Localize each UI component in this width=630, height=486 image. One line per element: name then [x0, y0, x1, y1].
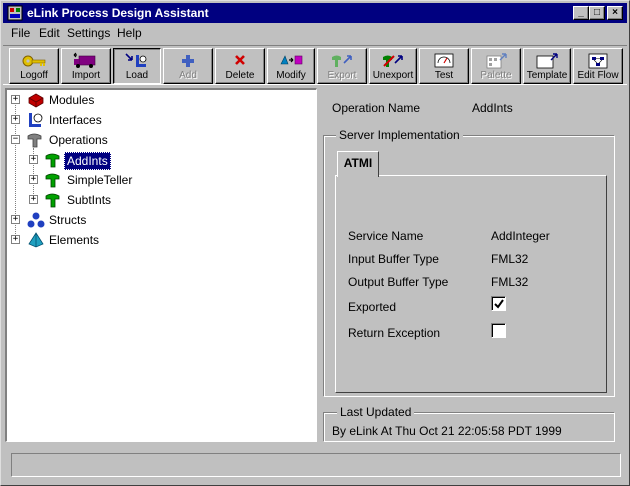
elements-icon [28, 232, 44, 248]
status-bar [11, 453, 621, 477]
template-label: Template [526, 70, 568, 81]
modify-button[interactable]: Modify [267, 48, 315, 84]
close-button[interactable]: × [607, 6, 623, 20]
maximize-icon: □ [593, 7, 601, 18]
collapse-icon[interactable]: − [11, 135, 20, 144]
output-buffer-value: FML32 [491, 275, 529, 289]
expand-icon[interactable]: + [29, 195, 38, 204]
tree-node-label: Operations [49, 133, 108, 147]
import-label: Import [71, 70, 101, 81]
structs-icon [27, 212, 45, 228]
service-name-label: Service Name [348, 229, 424, 243]
modify-label: Modify [276, 70, 306, 81]
title-bar[interactable]: eLink Process Design Assistant _ □ × [3, 3, 627, 23]
input-buffer-label: Input Buffer Type [348, 252, 439, 266]
unexport-icon [383, 55, 403, 67]
edit-flow-icon [588, 53, 608, 69]
edit-flow-button[interactable]: Edit Flow [573, 48, 623, 84]
exported-label: Exported [348, 300, 397, 314]
unexport-button[interactable]: Unexport [369, 48, 417, 84]
expand-icon[interactable]: + [11, 235, 20, 244]
truck-import-icon [73, 52, 96, 68]
logoff-label: Logoff [20, 70, 48, 81]
menu-edit[interactable]: Edit [39, 26, 60, 40]
minimize-icon: _ [578, 7, 584, 18]
palette-icon [486, 53, 507, 69]
tree-node-label: Elements [49, 233, 100, 247]
load-label: Load [125, 70, 149, 81]
operation-icon [45, 153, 60, 168]
load-icon [125, 53, 147, 67]
gauge-test-icon [434, 53, 454, 68]
template-icon [536, 53, 558, 69]
modules-icon [28, 93, 44, 108]
expand-icon[interactable]: + [11, 215, 20, 224]
tree-node-label: SubtInts [67, 193, 112, 207]
x-delete-icon [235, 55, 245, 65]
server-implementation-title: Server Implementation [336, 128, 463, 142]
input-buffer-value: FML32 [491, 252, 529, 266]
expand-icon[interactable]: + [29, 155, 38, 164]
return-exception-label: Return Exception [348, 326, 441, 340]
unexport-label: Unexport [372, 70, 414, 81]
logoff-button[interactable]: Logoff [9, 48, 59, 84]
modify-shapes-icon [280, 55, 303, 65]
checkmark-icon [494, 299, 504, 309]
template-button[interactable]: Template [523, 48, 571, 84]
key-icon [22, 55, 46, 67]
export-label: Export [327, 70, 357, 81]
interfaces-icon [29, 113, 43, 127]
test-label: Test [434, 70, 454, 81]
load-button[interactable]: Load [113, 48, 161, 84]
expand-icon[interactable]: + [11, 115, 20, 124]
operation-name-label: Operation Name [332, 101, 421, 115]
operation-icon [45, 173, 60, 188]
operation-icon [45, 193, 60, 208]
expand-icon[interactable]: + [11, 95, 20, 104]
object-tree[interactable]: + Modules + Interfaces − Operations + Ad… [5, 88, 317, 442]
delete-label: Delete [225, 70, 255, 81]
tab-atmi[interactable]: ATMI [337, 151, 379, 177]
close-icon: × [612, 7, 618, 18]
export-button[interactable]: Export [317, 48, 367, 84]
tree-node-label: Modules [49, 93, 95, 107]
minimize-button[interactable]: _ [573, 6, 589, 20]
operations-icon [27, 133, 42, 148]
tree-node-label: Structs [49, 213, 87, 227]
operation-name-value: AddInts [472, 101, 513, 115]
menu-help[interactable]: Help [117, 26, 142, 40]
menu-bar: File Edit Settings Help [3, 24, 627, 42]
exported-checkbox[interactable] [491, 296, 506, 311]
app-icon [7, 5, 23, 21]
add-button[interactable]: Add [163, 48, 213, 84]
toolbar: Logoff Import Load Add Delete Modify Exp… [3, 45, 627, 85]
export-icon [332, 55, 352, 67]
return-exception-checkbox[interactable] [491, 323, 506, 338]
test-button[interactable]: Test [419, 48, 469, 84]
app-window: eLink Process Design Assistant _ □ × Fil… [0, 0, 630, 486]
service-name-value: AddInteger [491, 229, 550, 243]
last-updated-title: Last Updated [337, 405, 415, 419]
add-label: Add [179, 70, 197, 81]
delete-button[interactable]: Delete [215, 48, 265, 84]
window-title: eLink Process Design Assistant [27, 6, 209, 20]
menu-settings[interactable]: Settings [67, 26, 110, 40]
palette-button[interactable]: Palette [471, 48, 521, 84]
tree-node-label: AddInts [64, 152, 111, 170]
menu-file[interactable]: File [11, 26, 30, 40]
edit-flow-label: Edit Flow [577, 70, 619, 81]
plus-icon [182, 55, 194, 67]
maximize-button[interactable]: □ [589, 6, 605, 20]
expand-icon[interactable]: + [29, 175, 38, 184]
palette-label: Palette [480, 70, 512, 81]
output-buffer-label: Output Buffer Type [348, 275, 449, 289]
tree-node-label: SimpleTeller [67, 173, 133, 187]
tree-node-label: Interfaces [49, 113, 102, 127]
last-updated-value: By eLink At Thu Oct 21 22:05:58 PDT 1999 [332, 424, 562, 438]
import-button[interactable]: Import [61, 48, 111, 84]
